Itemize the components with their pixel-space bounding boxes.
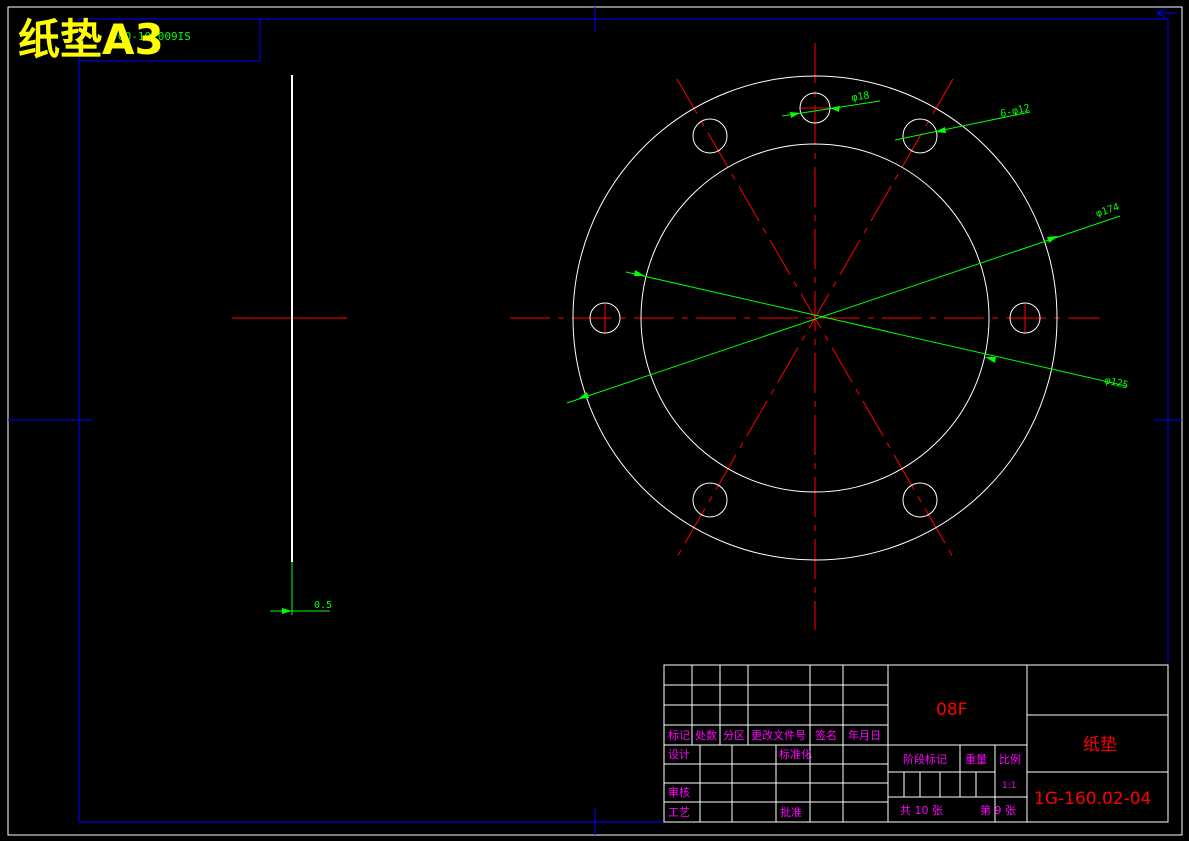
label-standardization: 标准化: [779, 747, 812, 761]
dimension-arrows: [578, 106, 1058, 399]
title-block: 标记 处数 分区 更改文件号 签名 年月日 设计 标准化 审核 工艺 批准 阶段…: [663, 664, 1169, 823]
inner-drawing-frame: [78, 18, 1169, 823]
title-block-labels: 标记 处数 分区 更改文件号 签名 年月日 设计 标准化 审核 工艺 批准 阶段…: [668, 728, 1021, 819]
header-count: 处数: [695, 729, 717, 742]
header-zone: 分区: [723, 729, 745, 742]
thickness-dimension-text: 0.5: [314, 600, 332, 611]
label-process: 工艺: [668, 806, 690, 819]
thickness-arrow: [282, 608, 292, 614]
header-date: 年月日: [848, 728, 881, 742]
label-sheet-no: 第 9 张: [980, 803, 1016, 817]
part-name-text: 纸垫: [1083, 735, 1117, 755]
drawing-number-text: 1G-160.02-04: [1034, 789, 1151, 809]
label-stage-mark: 阶段标记: [903, 752, 947, 766]
header-change-doc: 更改文件号: [751, 728, 806, 742]
material-text: 08F: [936, 700, 967, 720]
label-check: 审核: [668, 785, 690, 799]
header-signature: 签名: [815, 728, 837, 742]
drawing-title: 纸垫A3: [18, 15, 164, 64]
centering-marks: [8, 7, 1182, 835]
scale-value: 1:1: [1002, 781, 1016, 791]
drawing-canvas: 0.5 φ18 6-φ12 φ174 φ125 标记 处数 分区 更改文件号 签…: [7, 6, 1183, 836]
side-view: 0.5: [232, 75, 347, 615]
inner-dia-text: φ125: [1103, 375, 1129, 391]
label-approve: 批准: [780, 805, 802, 819]
label-scale: 比例: [999, 752, 1021, 766]
label-design: 设计: [668, 748, 690, 761]
label-total-sheets: 共 10 张: [900, 804, 943, 817]
center-lines: [510, 43, 1100, 630]
front-view: φ18 6-φ12 φ174 φ125: [510, 43, 1129, 630]
dimension-lines: [566, 100, 1127, 404]
corner-arrow-icon: [1156, 8, 1177, 18]
inner-dia-dimension-line: [625, 271, 1127, 387]
header-mark: 标记: [668, 728, 690, 742]
label-weight: 重量: [965, 752, 987, 766]
outer-sheet-border: [7, 6, 1183, 836]
bolt-holes-text: 6-φ12: [999, 103, 1031, 120]
hole-dia-text: φ18: [851, 90, 871, 104]
dimension-texts: φ18 6-φ12 φ174 φ125: [851, 90, 1130, 391]
